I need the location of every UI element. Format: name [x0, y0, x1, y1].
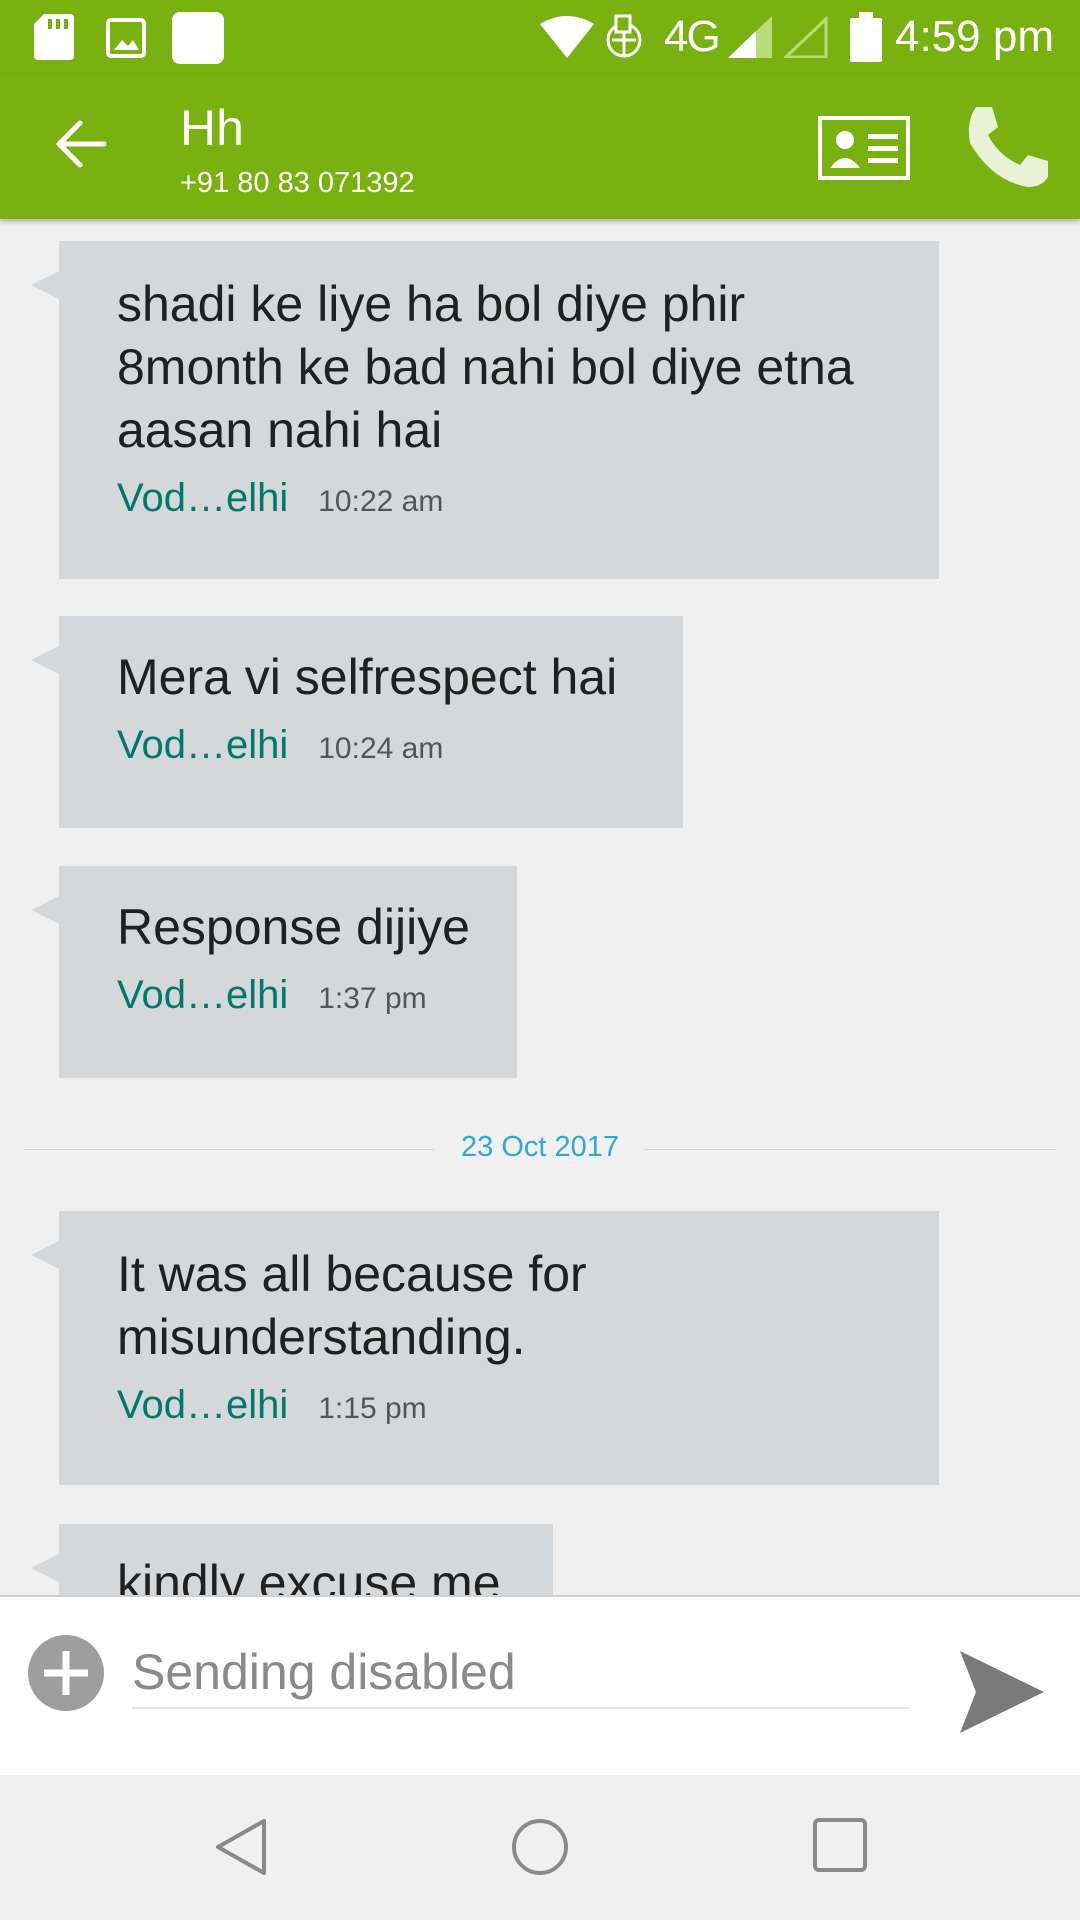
date-separator-label: 23 Oct 2017: [461, 1131, 619, 1163]
date-separator: 23 Oct 2017: [24, 1129, 1056, 1169]
message-time: 1:37 pm: [318, 982, 427, 1015]
signal-strength-icon: [728, 16, 772, 63]
nav-back-icon[interactable]: [212, 1817, 268, 1882]
message-bubble[interactable]: kindly excuse me: [31, 1524, 553, 1595]
back-arrow-icon[interactable]: [54, 120, 107, 173]
phone-call-icon[interactable]: [962, 103, 1052, 196]
wifi-icon: [540, 16, 594, 63]
message-list[interactable]: shadi ke liye ha bol diye phir 8month ke…: [0, 219, 1080, 1595]
message-text: Response dijiye: [117, 899, 470, 955]
battery-icon: [850, 12, 882, 67]
sim-label: Vod…elhi: [117, 723, 289, 767]
data-transfer-icon: [602, 14, 646, 65]
add-attachment-icon[interactable]: [28, 1635, 104, 1716]
sim-label: Vod…elhi: [117, 476, 289, 520]
message-time: 10:24 am: [318, 732, 444, 765]
message-bubble[interactable]: It was all because for misunderstanding.…: [31, 1211, 939, 1485]
network-type: 4G: [664, 12, 721, 61]
message-meta: Vod…elhi 10:22 am: [117, 476, 913, 521]
message-meta: Vod…elhi 10:24 am: [117, 723, 657, 768]
message-meta: Vod…elhi 1:15 pm: [117, 1383, 913, 1428]
message-time: 1:15 pm: [318, 1392, 427, 1425]
nav-recents-icon[interactable]: [812, 1817, 868, 1878]
contact-name: Hh: [180, 100, 244, 156]
message-input[interactable]: [132, 1637, 910, 1709]
sim-label: Vod…elhi: [117, 1383, 289, 1427]
app-notification-icon: [172, 12, 224, 69]
signal-empty-icon: [782, 15, 828, 63]
send-icon[interactable]: [958, 1649, 1046, 1740]
message-bubble[interactable]: Response dijiye Vod…elhi 1:37 pm: [31, 866, 517, 1078]
message-text: Mera vi selfrespect hai: [117, 649, 618, 705]
message-text: It was all because for misunderstanding.: [117, 1246, 587, 1365]
sd-card-icon: [34, 14, 74, 65]
message-meta: Vod…elhi 1:37 pm: [117, 973, 491, 1018]
contact-number: +91 80 83 071392: [180, 167, 415, 199]
sim-label: Vod…elhi: [117, 973, 289, 1017]
message-bubble[interactable]: Mera vi selfrespect hai Vod…elhi 10:24 a…: [31, 616, 683, 828]
compose-bar: [0, 1595, 1080, 1777]
status-bar: 4G 4:59 pm: [0, 0, 1080, 75]
conversation-header: Hh +91 80 83 071392: [0, 75, 1080, 219]
nav-home-icon[interactable]: [510, 1817, 570, 1882]
navigation-bar: [0, 1775, 1080, 1920]
image-icon: [106, 18, 146, 63]
message-bubble[interactable]: shadi ke liye ha bol diye phir 8month ke…: [31, 241, 939, 579]
message-time: 10:22 am: [318, 485, 444, 518]
message-text: kindly excuse me: [117, 1555, 501, 1595]
message-text: shadi ke liye ha bol diye phir 8month ke…: [117, 276, 854, 458]
clock: 4:59 pm: [895, 12, 1054, 61]
contact-card-icon[interactable]: [818, 116, 910, 185]
